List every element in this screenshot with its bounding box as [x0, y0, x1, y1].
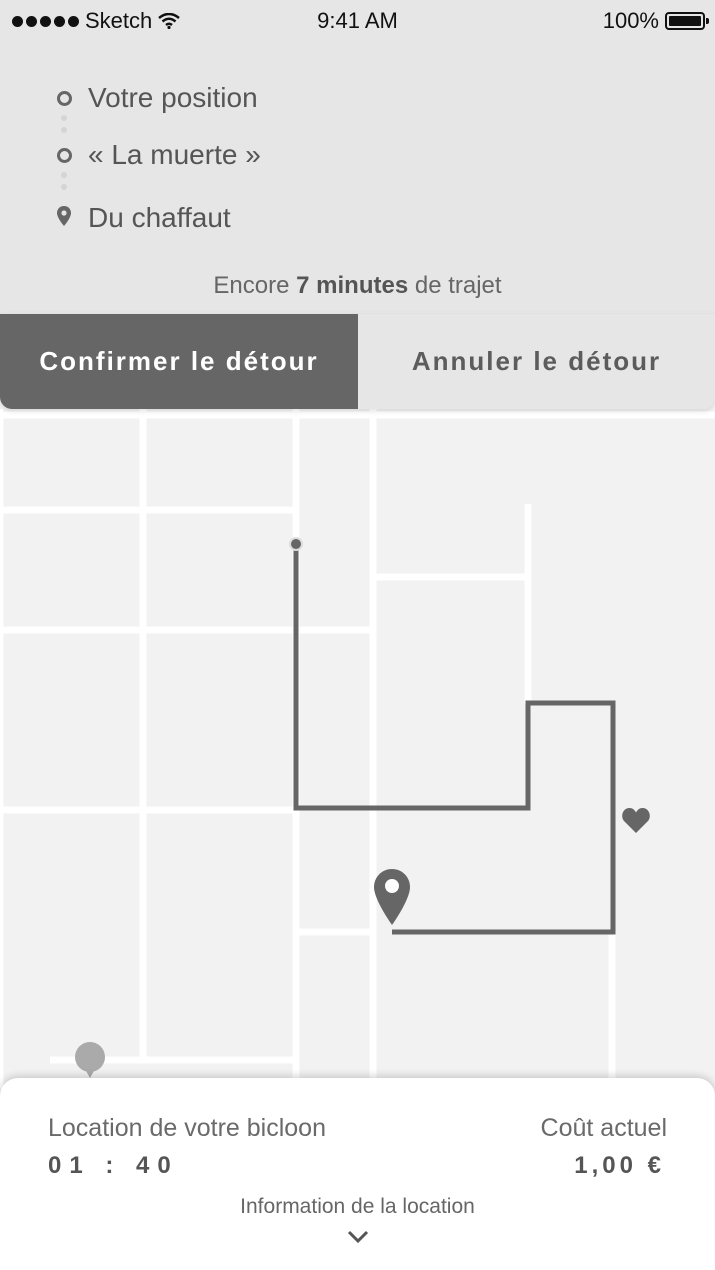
cost-value: 1,00 €	[574, 1152, 665, 1179]
route-start-dot	[289, 537, 303, 551]
circle-marker-icon	[56, 147, 72, 163]
chevron-down-icon[interactable]	[347, 1230, 369, 1244]
rental-duration: 01 : 40	[48, 1152, 179, 1179]
rental-label: Location de votre bicloon	[48, 1114, 326, 1142]
detour-actions: Confirmer le détour Annuler le détour	[0, 314, 715, 409]
route-connector	[61, 115, 67, 139]
route-stop-label: « La muerte »	[88, 139, 261, 170]
trip-suffix: de trajet	[414, 272, 502, 299]
confirm-detour-button[interactable]: Confirmer le détour	[0, 314, 358, 409]
cancel-detour-button[interactable]: Annuler le détour	[358, 314, 715, 409]
map-canvas[interactable]	[0, 409, 715, 1089]
route-panel: Votre position « La muerte » Du chaffaut…	[0, 42, 715, 314]
heart-icon[interactable]	[622, 808, 650, 833]
circle-marker-icon	[56, 90, 72, 106]
route-stop-label: Votre position	[88, 82, 258, 113]
location-marker-icon[interactable]	[75, 1042, 105, 1078]
trip-prefix: Encore	[213, 272, 290, 299]
trip-remaining: Encore 7 minutes de trajet	[0, 272, 715, 300]
battery-icon	[665, 12, 709, 30]
map[interactable]	[0, 409, 715, 1089]
rental-bottom-sheet[interactable]: Location de votre bicloon 01 : 40 Coût a…	[0, 1078, 715, 1270]
pin-icon	[56, 206, 72, 226]
battery-percent: 100%	[602, 8, 659, 33]
route-stop-label: Du chaffaut	[88, 202, 231, 233]
destination-pin-icon[interactable]	[374, 869, 410, 925]
trip-duration: 7 minutes	[296, 272, 409, 299]
map-roads	[0, 409, 715, 1089]
route-path	[293, 544, 616, 935]
route-connector	[61, 172, 67, 196]
rental-info-link[interactable]: Information de la location	[0, 1195, 715, 1219]
status-bar: Sketch 9:41 AM 100%	[0, 0, 715, 42]
cost-label: Coût actuel	[540, 1114, 667, 1142]
battery-status: 100%	[602, 8, 709, 34]
